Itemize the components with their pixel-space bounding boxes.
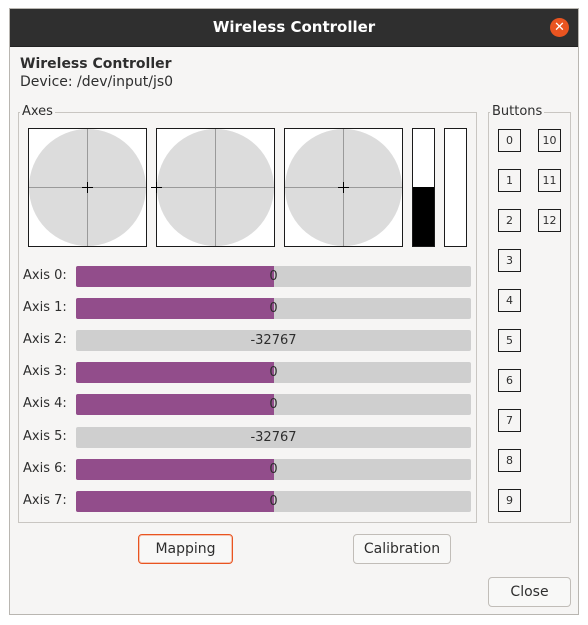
axis-progress-bar: -32767 [76, 330, 471, 351]
button-indicator-6: 6 [498, 369, 521, 392]
axis-label: Axis 0: [23, 268, 67, 283]
axis-value: 0 [269, 462, 278, 477]
stick-position-marker [338, 182, 349, 193]
axis-label: Axis 3: [23, 364, 67, 379]
axis-progress-bar: 0 [76, 298, 471, 319]
axis-value: 0 [269, 301, 278, 316]
axis-progress-bar: 0 [76, 362, 471, 383]
button-indicator-11: 11 [538, 169, 561, 192]
device-path: Device: /dev/input/js0 [20, 74, 174, 90]
axis-row: Axis 7: 0 [23, 491, 471, 512]
axis-value: -32767 [250, 333, 297, 348]
button-indicator-10: 10 [538, 129, 561, 152]
calibration-button[interactable]: Calibration [353, 534, 451, 564]
axis-label: Axis 4: [23, 396, 67, 411]
button-indicator-9: 9 [498, 489, 521, 512]
axis-label: Axis 5: [23, 429, 67, 444]
axis-row: Axis 5: -32767 [23, 427, 471, 448]
controller-window: Wireless Controller ✕ Wireless Controlle… [9, 8, 579, 615]
stick-3 [284, 128, 403, 247]
button-indicator-4: 4 [498, 289, 521, 312]
axis-progress-bar: 0 [76, 266, 471, 287]
axis-row: Axis 6: 0 [23, 459, 471, 480]
axis-row: Axis 3: 0 [23, 362, 471, 383]
stick-position-marker [82, 182, 93, 193]
button-indicator-0: 0 [498, 129, 521, 152]
buttons-frame-label: Buttons [490, 104, 545, 119]
button-indicator-5: 5 [498, 329, 521, 352]
button-indicator-7: 7 [498, 409, 521, 432]
axis-value: 0 [269, 494, 278, 509]
stick-position-marker [151, 182, 162, 193]
vertical-axis-bar-2 [444, 128, 467, 247]
button-indicator-2: 2 [498, 209, 521, 232]
axis-value: 0 [269, 397, 278, 412]
axes-frame-label: Axes [20, 104, 55, 119]
axis-row: Axis 0: 0 [23, 266, 471, 287]
stick-1 [28, 128, 147, 247]
stick-v-axis [215, 129, 216, 246]
close-button[interactable]: Close [488, 577, 571, 607]
axis-value: 0 [269, 365, 278, 380]
axis-value: 0 [269, 269, 278, 284]
axis-value: -32767 [250, 430, 297, 445]
device-name: Wireless Controller [20, 56, 172, 72]
window-title: Wireless Controller [212, 18, 376, 36]
axis-label: Axis 7: [23, 493, 67, 508]
axis-progress-bar: 0 [76, 459, 471, 480]
axis-label: Axis 6: [23, 461, 67, 476]
axis-label: Axis 2: [23, 332, 67, 347]
vertical-axis-fill [413, 187, 434, 246]
axis-label: Axis 1: [23, 300, 67, 315]
title-bar: Wireless Controller ✕ [10, 9, 578, 47]
axis-progress-bar: 0 [76, 491, 471, 512]
button-indicator-1: 1 [498, 169, 521, 192]
axis-row: Axis 4: 0 [23, 394, 471, 415]
button-indicator-12: 12 [538, 209, 561, 232]
axis-row: Axis 2: -32767 [23, 330, 471, 351]
button-indicator-3: 3 [498, 249, 521, 272]
axis-progress-bar: 0 [76, 394, 471, 415]
window-close-icon[interactable]: ✕ [550, 18, 569, 37]
button-indicator-8: 8 [498, 449, 521, 472]
axis-progress-bar: -32767 [76, 427, 471, 448]
stick-2 [151, 128, 275, 247]
vertical-axis-bar-1 [412, 128, 435, 247]
mapping-button[interactable]: Mapping [138, 534, 233, 564]
axis-row: Axis 1: 0 [23, 298, 471, 319]
